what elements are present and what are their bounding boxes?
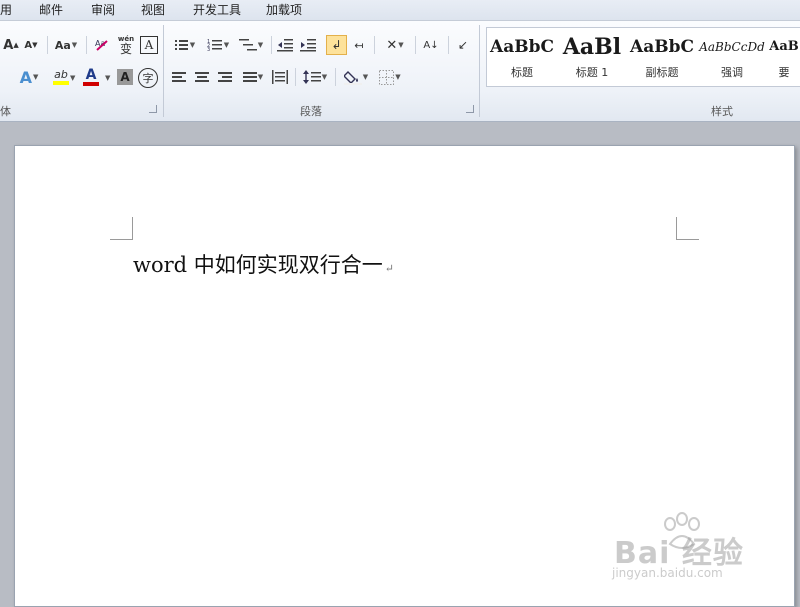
tab-home-partial[interactable]: 用 [0,1,12,18]
document-heading-text: word 中如何实现双行合一 [133,253,383,277]
margin-corner-top-left [110,217,133,240]
multilevel-list-icon [238,39,257,51]
menu-bar: 用 邮件 审阅 视图 开发工具 加载项 [0,0,800,21]
style-subtitle[interactable]: AaBbC 副标题 [627,28,697,86]
phonetic-guide-button[interactable]: wén 变 [116,35,136,55]
bullets-icon [174,39,189,51]
numbering-button[interactable]: 1 2 3 ▼ [203,35,233,55]
show-paragraph-marks-icon[interactable]: ↙ [454,35,472,55]
tab-review[interactable]: 审阅 [91,1,115,18]
styles-gallery: AaBbC 标题 AaBl 标题 1 AaBbC 副标题 AaBbCcDd 强调… [486,27,800,87]
paragraph-group-label: 段落 [300,105,322,118]
change-case-button[interactable]: Aa ▼ [53,35,79,55]
paragraph-dialog-launcher-icon[interactable] [466,105,474,113]
toolbar-separator [271,36,272,54]
asian-layout-button[interactable]: ✕ ▼ [380,35,410,55]
sort-button[interactable]: A↓ [420,35,442,55]
font-color-dropdown-icon[interactable]: ▼ [105,74,110,82]
right-to-left-button[interactable]: ↤ [350,35,368,55]
numbering-icon: 123 [207,39,222,52]
clear-formatting-icon[interactable]: Aa [93,35,111,55]
align-center-icon [195,71,209,83]
toolbar-separator [86,36,87,54]
borders-button[interactable]: ▼ [375,67,405,87]
shrink-font-button[interactable]: A ▼ [23,35,39,55]
align-right-icon [218,71,232,83]
multilevel-list-button[interactable]: ▼ [236,35,266,55]
align-center-button[interactable] [193,67,211,87]
margin-corner-top-right [676,217,699,240]
line-spacing-button[interactable]: ▼ [300,67,330,87]
tab-developer[interactable]: 开发工具 [193,1,241,18]
justify-button[interactable]: ▼ [239,67,267,87]
watermark-url: jingyan.baidu.com [612,566,723,580]
align-left-button[interactable] [170,67,188,87]
bullets-button[interactable]: ▼ [170,35,200,55]
enclose-characters-button[interactable]: 字 [138,68,158,88]
tab-mailings[interactable]: 邮件 [39,1,63,18]
line-spacing-icon [302,70,321,84]
distributed-button[interactable] [270,67,290,87]
character-shading-button[interactable]: A [117,69,133,85]
toolbar-separator [335,68,336,86]
distributed-icon [272,70,288,84]
svg-text:3: 3 [207,47,210,52]
font-group-label: 体 [0,105,11,118]
paragraph-mark: ↵ [384,262,394,275]
decrease-indent-button[interactable] [275,35,295,55]
style-heading-1[interactable]: AaBl 标题 1 [557,28,627,86]
justify-icon [242,71,257,83]
ribbon: A ▲ A ▼ Aa ▼ Aa wén 变 A A ▼ ab ▼ A ▼ A 字 体 [0,21,800,122]
toolbar-separator [47,36,48,54]
character-border-button[interactable]: A [140,36,158,54]
toolbar-separator [448,36,449,54]
align-left-icon [172,71,186,83]
styles-group-label: 样式 [711,105,733,118]
group-separator [163,25,164,117]
style-title[interactable]: AaBbC 标题 [487,28,557,86]
shading-button[interactable]: ▼ [340,67,372,87]
toolbar-separator [374,36,375,54]
tab-view[interactable]: 视图 [141,1,165,18]
style-emphasis[interactable]: AaBbCcDd 强调 [697,28,767,86]
document-text-line[interactable]: word 中如何实现双行合一 ↵ [133,249,394,279]
paint-bucket-icon [343,71,362,85]
increase-indent-button[interactable] [298,35,318,55]
toolbar-separator [295,68,296,86]
show-hide-marks-button[interactable]: ↲ [326,35,347,55]
font-dialog-launcher-icon[interactable] [149,105,157,113]
baidu-jingyan-watermark: Bai 经验 jingyan.baidu.com [600,510,770,590]
text-effects-button[interactable]: A ▼ [14,67,44,87]
decrease-indent-icon [277,39,293,52]
toolbar-separator [415,36,416,54]
style-partial[interactable]: AaB 要 [767,28,800,86]
font-color-button[interactable]: A [80,67,102,87]
tab-addins[interactable]: 加载项 [266,1,302,18]
align-right-button[interactable] [216,67,234,87]
borders-icon [379,69,395,85]
highlight-dropdown-icon[interactable]: ▼ [70,74,75,82]
grow-font-button[interactable]: A ▲ [2,35,20,55]
increase-indent-icon [300,39,316,52]
group-separator [479,25,480,117]
